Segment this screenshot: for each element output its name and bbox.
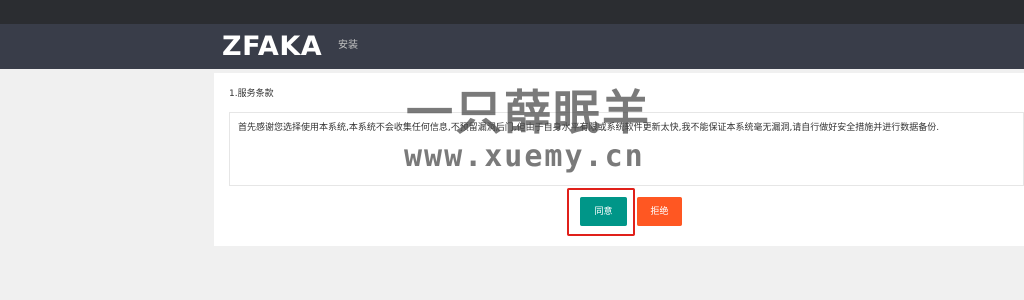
section-title: 1.服务条款 <box>229 89 274 99</box>
top-strip <box>0 0 1024 24</box>
agree-button[interactable]: 同意 <box>580 197 627 226</box>
terms-text: 首先感谢您选择使用本系统,本系统不会收集任何信息,不预留漏洞后门,但由于自身水平… <box>238 123 940 133</box>
header-navbar <box>0 24 1024 69</box>
nav-item-install[interactable]: 安装 <box>338 38 358 54</box>
refuse-button[interactable]: 拒绝 <box>637 197 682 226</box>
site-logo[interactable]: ZFAKA <box>222 30 322 64</box>
